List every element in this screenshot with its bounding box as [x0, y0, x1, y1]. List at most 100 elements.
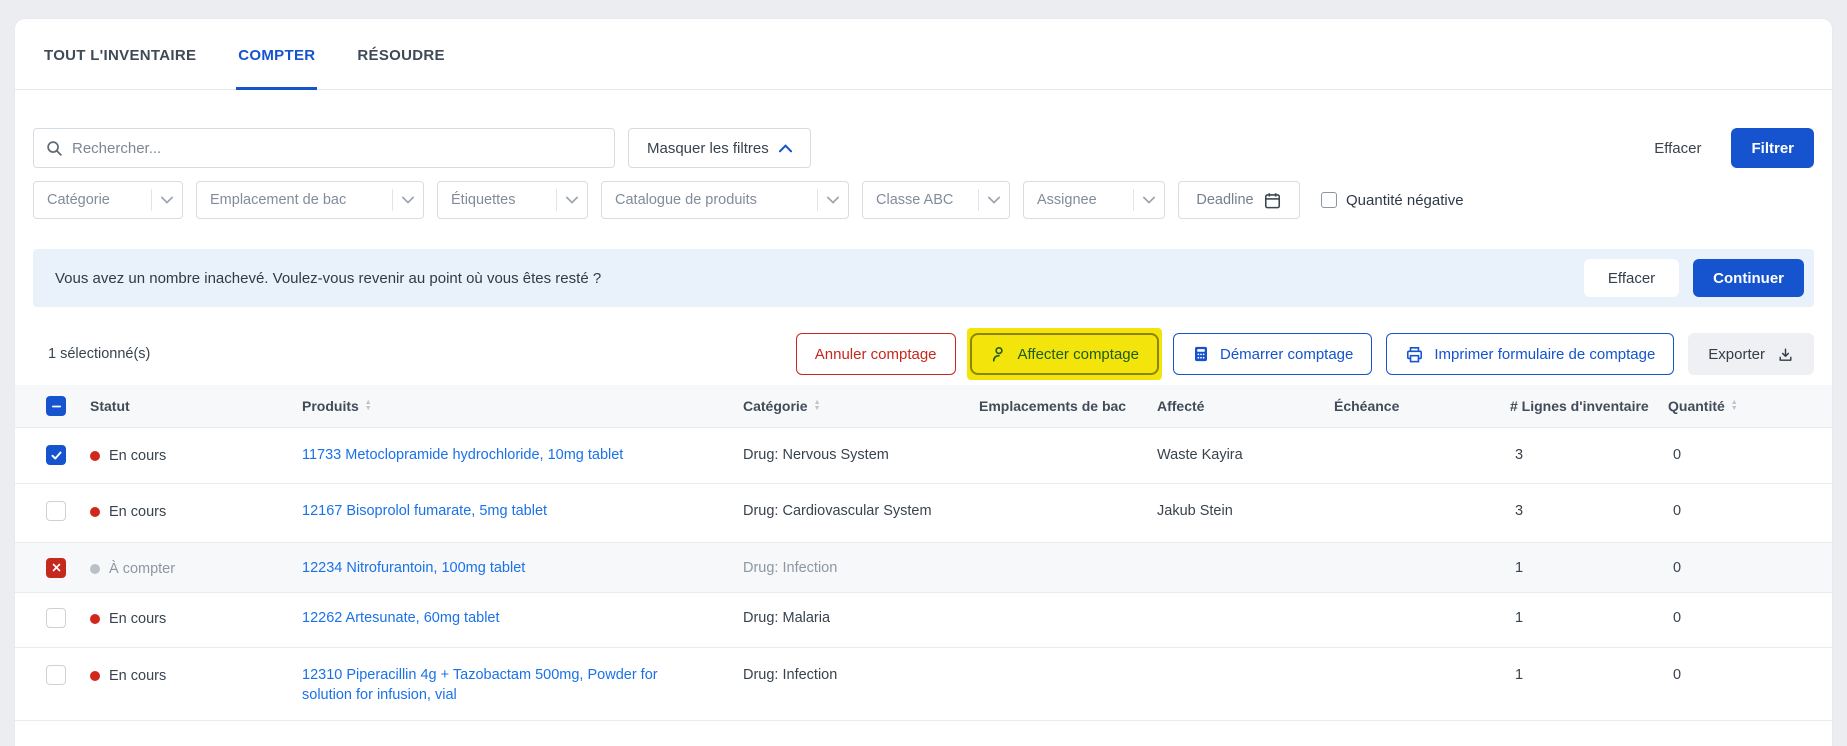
status-label: En cours	[109, 503, 167, 520]
chevron-down-icon	[393, 196, 423, 204]
chevron-down-icon	[1134, 196, 1164, 204]
hide-filters-button[interactable]: Masquer les filtres	[628, 128, 811, 168]
tab-all-inventory[interactable]: TOUT L'INVENTAIRE	[42, 19, 198, 90]
chevron-down-icon	[152, 196, 182, 204]
download-icon	[1777, 346, 1794, 363]
status-label: En cours	[109, 668, 167, 684]
bin-location-filter-dropdown[interactable]: Emplacement de bac	[196, 181, 424, 219]
tab-bar: TOUT L'INVENTAIRE COMPTER RÉSOUDRE	[15, 19, 1832, 90]
row-checkbox-excluded[interactable]	[46, 557, 66, 578]
quantity-cell: 0	[1673, 502, 1682, 519]
status-label: En cours	[109, 611, 167, 627]
sort-icon[interactable]: ▲ ▼	[814, 399, 821, 412]
export-button[interactable]: Exporter	[1688, 333, 1814, 375]
checkbox-icon[interactable]	[1321, 192, 1337, 208]
table-row[interactable]: À compter 12234 Nitrofurantoin, 100mg ta…	[15, 541, 1832, 592]
header-status: Statut	[90, 398, 130, 414]
category-cell: Drug: Malaria	[743, 610, 831, 626]
chevron-down-icon	[979, 196, 1009, 204]
row-checkbox[interactable]	[46, 665, 66, 685]
row-checkbox[interactable]	[46, 608, 66, 628]
header-due: Échéance	[1334, 398, 1400, 414]
table-row[interactable]: En cours 11733 Metoclopramide hydrochlor…	[15, 427, 1832, 483]
product-link[interactable]: 12167 Bisoprolol fumarate, 5mg tablet	[302, 503, 547, 519]
status-dot	[90, 506, 100, 517]
header-products[interactable]: Produits ▲ ▼	[302, 398, 743, 414]
tab-resolve[interactable]: RÉSOUDRE	[355, 19, 446, 90]
banner-message: Vous avez un nombre inachevé. Voulez-vou…	[55, 269, 602, 287]
banner-continue-button[interactable]: Continuer	[1693, 259, 1804, 297]
status-label: À compter	[109, 560, 176, 577]
deadline-filter[interactable]: Deadline	[1178, 181, 1300, 219]
search-icon	[46, 140, 63, 157]
status-dot	[90, 563, 100, 574]
search-box[interactable]	[33, 128, 615, 168]
product-catalog-filter-dropdown[interactable]: Catalogue de produits	[601, 181, 849, 219]
header-quantity[interactable]: Quantité ▲ ▼	[1668, 398, 1832, 414]
print-count-form-button[interactable]: Imprimer formulaire de comptage	[1386, 333, 1675, 375]
calculator-icon	[1192, 345, 1210, 363]
cancel-count-button[interactable]: Annuler comptage	[795, 333, 956, 375]
chevron-down-icon	[557, 196, 587, 204]
assigned-cell: Waste Kayira	[1157, 447, 1243, 463]
header-assigned: Affecté	[1157, 398, 1205, 414]
inventory-lines-cell: 3	[1515, 502, 1524, 519]
category-filter-dropdown[interactable]: Catégorie	[33, 181, 183, 219]
category-cell: Drug: Infection	[743, 667, 838, 683]
quantity-cell: 0	[1673, 610, 1682, 626]
quantity-cell: 0	[1673, 447, 1682, 463]
apply-filter-button[interactable]: Filtrer	[1731, 128, 1814, 168]
highlight-overlay: Affecter comptage	[966, 328, 1162, 380]
banner-clear-button[interactable]: Effacer	[1583, 259, 1680, 297]
row-checkbox[interactable]	[46, 500, 66, 521]
quantity-cell: 0	[1673, 559, 1682, 576]
table-row[interactable]: En cours 12167 Bisoprolol fumarate, 5mg …	[15, 482, 1832, 542]
header-bin-locations: Emplacements de bac	[979, 398, 1127, 414]
negative-quantity-checkbox[interactable]: Quantité négative	[1321, 192, 1464, 209]
status-label: En cours	[109, 448, 167, 464]
table-row[interactable]: En cours 12310 Piperacillin 4g + Tazobac…	[15, 647, 1832, 721]
hide-filters-label: Masquer les filtres	[647, 139, 769, 157]
header-inventory-lines: # Lignes d'inventaire	[1510, 398, 1649, 414]
table-header-row: Statut Produits ▲ ▼ Catégorie ▲ ▼ Emplacemen…	[15, 385, 1832, 427]
product-link[interactable]: 12262 Artesunate, 60mg tablet	[302, 610, 500, 626]
tags-filter-dropdown[interactable]: Étiquettes	[437, 181, 588, 219]
count-table: Statut Produits ▲ ▼ Catégorie ▲ ▼ Emplacemen…	[15, 385, 1832, 721]
status-dot	[90, 614, 100, 624]
quantity-cell: 0	[1673, 667, 1682, 683]
assignee-filter-dropdown[interactable]: Assignee	[1023, 181, 1165, 219]
status-dot	[90, 451, 100, 461]
printer-icon	[1405, 345, 1424, 364]
sort-icon[interactable]: ▲ ▼	[1731, 399, 1738, 412]
inventory-lines-cell: 1	[1515, 610, 1524, 626]
product-link[interactable]: 11733 Metoclopramide hydrochloride, 10mg…	[302, 447, 623, 463]
chevron-up-icon	[778, 143, 792, 153]
bulk-actions-bar: 1 sélectionné(s) Annuler comptage Affect…	[33, 328, 1814, 380]
selected-count: 1 sélectionné(s)	[48, 346, 151, 362]
category-cell: Drug: Infection	[743, 559, 838, 576]
product-link[interactable]: 12234 Nitrofurantoin, 100mg tablet	[302, 560, 525, 576]
header-category[interactable]: Catégorie ▲ ▼	[743, 398, 979, 414]
filter-section: Masquer les filtres Effacer Filtrer Caté…	[15, 90, 1832, 219]
tab-count[interactable]: COMPTER	[236, 19, 318, 90]
sort-icon[interactable]: ▲ ▼	[365, 399, 372, 412]
inventory-lines-cell: 1	[1515, 559, 1524, 576]
clear-filters-link[interactable]: Effacer	[1654, 140, 1701, 157]
inventory-lines-cell: 3	[1515, 447, 1524, 463]
category-cell: Drug: Nervous System	[743, 447, 889, 463]
unfinished-count-banner: Vous avez un nombre inachevé. Voulez-vou…	[33, 249, 1814, 307]
row-checkbox-checked[interactable]	[46, 445, 66, 465]
start-count-button[interactable]: Démarrer comptage	[1172, 333, 1373, 375]
abc-class-filter-dropdown[interactable]: Classe ABC	[862, 181, 1010, 219]
chevron-down-icon	[818, 196, 848, 204]
product-link[interactable]: 12310 Piperacillin 4g + Tazobactam 500mg…	[302, 667, 658, 703]
select-all-checkbox[interactable]	[46, 396, 66, 416]
assigned-cell: Jakub Stein	[1157, 502, 1233, 519]
category-cell: Drug: Cardiovascular System	[743, 502, 932, 519]
search-input[interactable]	[72, 139, 602, 157]
table-row[interactable]: En cours 12262 Artesunate, 60mg tablet D…	[15, 592, 1832, 647]
assign-count-button[interactable]: Affecter comptage	[969, 333, 1159, 375]
inventory-panel: TOUT L'INVENTAIRE COMPTER RÉSOUDRE Masqu…	[15, 19, 1832, 746]
person-icon	[990, 345, 1008, 363]
status-dot	[90, 671, 100, 681]
